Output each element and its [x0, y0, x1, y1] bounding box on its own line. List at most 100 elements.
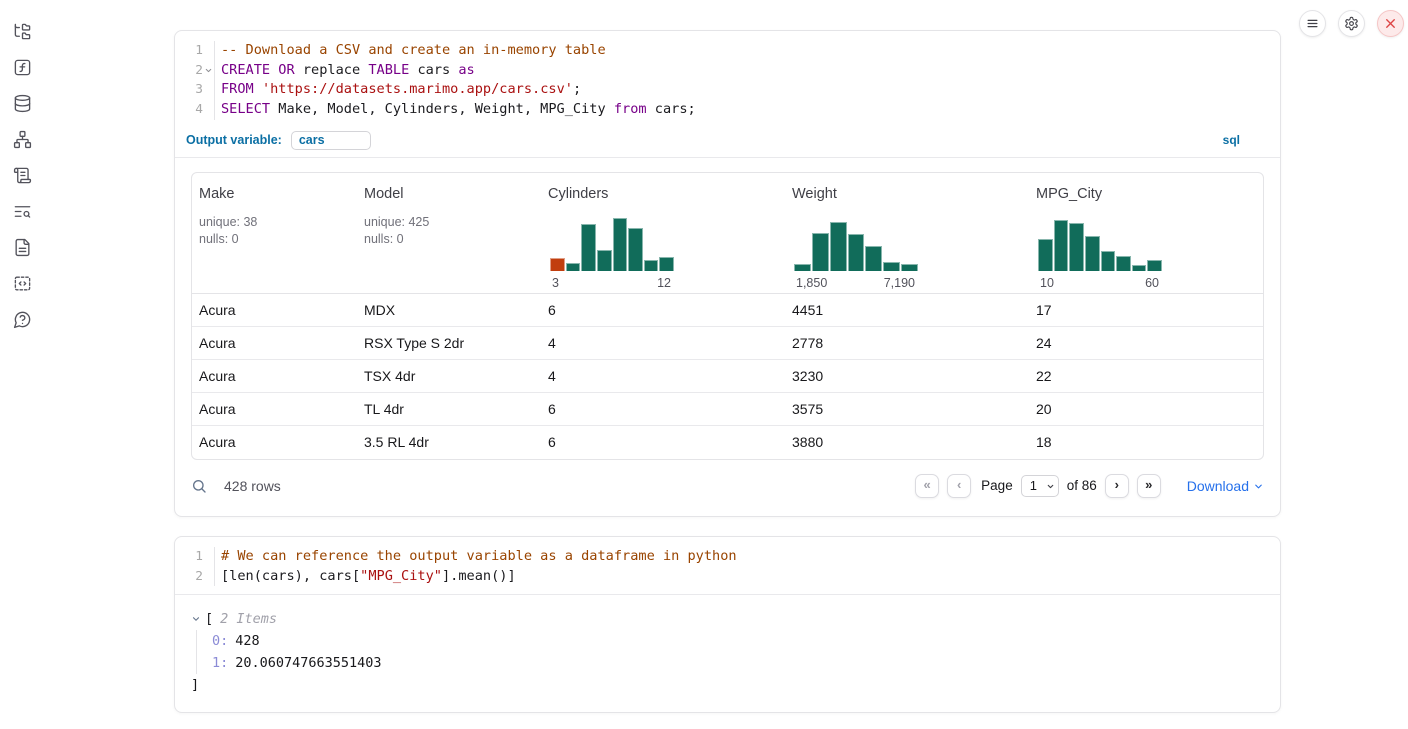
histogram-bar — [1101, 251, 1116, 271]
histogram-bar — [1038, 239, 1053, 271]
first-page-button[interactable]: « — [915, 474, 939, 498]
last-page-button[interactable]: » — [1137, 474, 1161, 498]
next-page-button[interactable]: › — [1105, 474, 1129, 498]
prev-page-button[interactable]: ‹ — [947, 474, 971, 498]
snippets-icon[interactable] — [13, 274, 32, 293]
fold-gutter — [203, 100, 214, 120]
column-header-cylinders[interactable]: Cylinders312 — [541, 185, 785, 290]
histogram-bar — [812, 233, 829, 271]
code-text: # We can reference the output variable a… — [214, 547, 1280, 567]
code-token-keyword: TABLE — [368, 62, 409, 78]
python-code-editor[interactable]: 1 # We can reference the output variable … — [175, 537, 1280, 595]
logs-search-icon[interactable] — [13, 202, 32, 221]
table-cell: 2778 — [785, 327, 1029, 359]
dependency-graph-icon[interactable] — [13, 130, 32, 149]
settings-gear-icon[interactable] — [1338, 10, 1365, 37]
column-stats: unique: 425nulls: 0 — [364, 214, 541, 248]
download-button[interactable]: Download — [1187, 478, 1264, 494]
table-cell: 6 — [541, 426, 785, 459]
column-header-make[interactable]: Makeunique: 38nulls: 0 — [192, 185, 357, 290]
code-text: [len(cars), cars["MPG_City"].mean()] — [214, 567, 1280, 587]
line-number: 4 — [183, 100, 203, 120]
table-cell: 17 — [1029, 294, 1263, 326]
table-row: AcuraTSX 4dr4323022 — [192, 360, 1263, 393]
code-token-string: 'https://datasets.marimo.app/cars.csv' — [262, 81, 573, 97]
column-name: Weight — [792, 185, 1029, 204]
histogram-bar — [597, 250, 612, 271]
tree-entry-value: 428 — [235, 633, 259, 649]
axis-max-label: 60 — [1145, 276, 1159, 290]
function-icon[interactable] — [13, 58, 32, 77]
table-cell: 4 — [541, 360, 785, 392]
fold-gutter — [203, 41, 214, 61]
code-line: 2CREATE OR replace TABLE cars as — [175, 61, 1280, 81]
shutdown-close-icon[interactable] — [1377, 10, 1404, 37]
collapse-chevron-icon[interactable] — [191, 614, 203, 624]
code-token-plain: ; — [573, 81, 581, 97]
pagination: « ‹ Page 1 of 86 › » Download — [915, 474, 1264, 498]
sql-code-editor[interactable]: 1 -- Download a CSV and create an in-memo… — [175, 31, 1280, 128]
column-histogram — [1038, 218, 1162, 271]
table-cell: 3575 — [785, 393, 1029, 425]
code-token-plain: cars — [409, 62, 458, 78]
output-tree: [ 2 Items 0:4281:20.060747663551403 ] — [175, 595, 1280, 712]
column-header-mpg_city[interactable]: MPG_City1060 — [1029, 185, 1263, 290]
fold-chevron-icon[interactable] — [203, 61, 214, 81]
code-token-keyword: FROM — [221, 81, 254, 97]
output-variable-input[interactable] — [291, 131, 371, 150]
axis-min-label: 1,850 — [796, 276, 827, 290]
total-pages-label: of 86 — [1067, 478, 1097, 493]
sidebar — [0, 0, 44, 329]
table-cell: 4 — [541, 327, 785, 359]
row-count: 428 rows — [224, 478, 281, 494]
documentation-icon[interactable] — [13, 238, 32, 257]
output-variable-bar: Output variable: sql — [175, 128, 1280, 158]
histogram-bar — [1116, 256, 1131, 271]
tree-entry-key: 0: — [212, 633, 228, 649]
open-bracket: [ — [205, 608, 213, 630]
column-stats: unique: 38nulls: 0 — [199, 214, 357, 248]
code-token-plain: replace — [295, 62, 369, 78]
tree-root-row: [ 2 Items — [191, 608, 1264, 630]
column-header-weight[interactable]: Weight 1,8507,190 — [785, 185, 1029, 290]
tree-entry-value: 20.060747663551403 — [235, 655, 381, 671]
scratchpad-icon[interactable] — [13, 166, 32, 185]
table-cell: RSX Type S 2dr — [357, 327, 541, 359]
table-row: AcuraTL 4dr6357520 — [192, 393, 1263, 426]
line-number: 1 — [183, 547, 203, 567]
file-tree-icon[interactable] — [13, 22, 32, 41]
histogram-bar — [581, 224, 596, 271]
histogram-bar — [1147, 260, 1162, 271]
histogram-bar — [550, 258, 565, 271]
code-line: 3FROM 'https://datasets.marimo.app/cars.… — [175, 80, 1280, 100]
topbar — [1299, 10, 1404, 37]
table-cell: 20 — [1029, 393, 1263, 425]
fold-gutter — [203, 567, 214, 587]
tree-entries: 0:4281:20.060747663551403 — [196, 630, 1264, 674]
code-text: -- Download a CSV and create an in-memor… — [214, 41, 1280, 61]
table-footer: 428 rows « ‹ Page 1 of 86 › » Download — [191, 460, 1264, 516]
search-icon[interactable] — [191, 478, 207, 494]
histogram-axis-labels: 1,8507,190 — [794, 276, 918, 290]
table-cell: 3880 — [785, 426, 1029, 459]
download-label: Download — [1187, 478, 1249, 494]
menu-icon[interactable] — [1299, 10, 1326, 37]
code-token-string: "MPG_City" — [360, 568, 442, 584]
code-token-keyword: SELECT — [221, 101, 270, 117]
help-icon[interactable] — [13, 310, 32, 329]
column-stat: unique: 425 — [364, 214, 541, 231]
histogram-bar — [1085, 236, 1100, 271]
code-line: 1 # We can reference the output variable … — [175, 547, 1280, 567]
code-token-plain — [254, 81, 262, 97]
table-cell: Acura — [192, 360, 357, 392]
code-token-keyword: from — [614, 101, 647, 117]
column-name: Model — [364, 185, 541, 204]
line-number: 1 — [183, 41, 203, 61]
column-name: Cylinders — [548, 185, 785, 204]
page-select[interactable]: 1 — [1021, 475, 1059, 497]
database-icon[interactable] — [13, 94, 32, 113]
column-header-model[interactable]: Model unique: 425nulls: 0 — [357, 185, 541, 290]
code-token-comment: -- Download a CSV and create an in-memor… — [221, 42, 606, 58]
table-cell: 4451 — [785, 294, 1029, 326]
column-name: MPG_City — [1036, 185, 1263, 204]
